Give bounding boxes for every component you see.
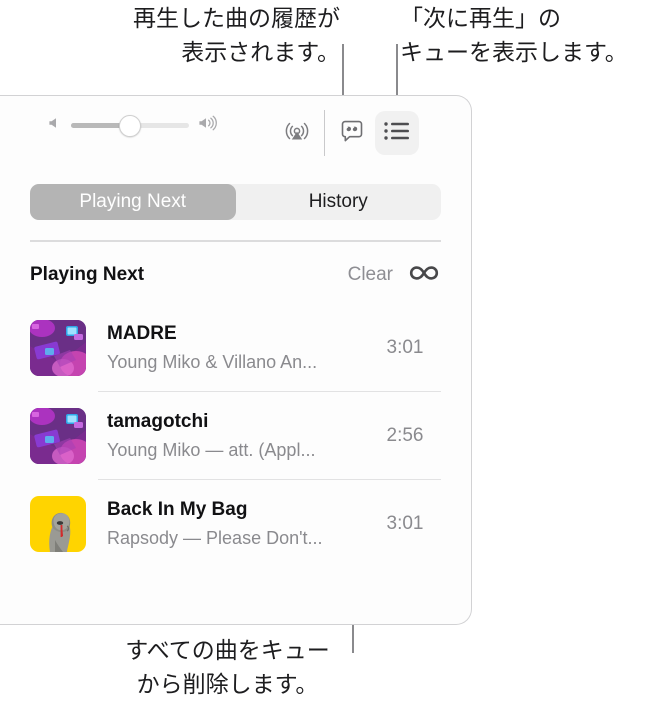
track-subtitle: Young Miko & Villano An... (107, 352, 318, 372)
lyrics-button[interactable] (335, 116, 369, 150)
track-title: tamagotchi (107, 411, 209, 432)
tab-playing-next[interactable]: Playing Next (30, 184, 236, 220)
tab-divider (30, 240, 441, 242)
table-row[interactable]: tamagotchi Young Miko — att. (Appl... 2:… (30, 392, 441, 480)
clear-button[interactable]: Clear (348, 264, 393, 286)
track-title: Back In My Bag (107, 499, 248, 520)
player-control-bar (0, 96, 471, 158)
track-title: MADRE (107, 323, 177, 344)
autoplay-button[interactable] (407, 263, 441, 288)
music-player-queue-panel: Playing Next History Playing Next Clear (0, 95, 472, 625)
controls-divider (324, 110, 325, 156)
queue-track-list: MADRE Young Miko & Villano An... 3:01 ta… (30, 304, 441, 568)
purple-room-artwork (30, 408, 86, 464)
volume-control[interactable] (46, 114, 222, 137)
track-duration: 2:56 (386, 425, 424, 446)
lyrics-speech-bubble-icon (338, 117, 366, 150)
section-header: Playing Next Clear (30, 260, 441, 290)
speaker-low-icon (46, 114, 64, 137)
track-subtitle: Young Miko — att. (Appl... (107, 440, 316, 460)
clear-callout-text: すべての曲をキュー から削除します。 (125, 638, 330, 698)
purple-room-artwork (30, 320, 86, 376)
airplay-icon (283, 117, 311, 150)
speaker-high-icon (196, 114, 222, 137)
tab-history[interactable]: History (236, 184, 442, 220)
queue-button[interactable] (375, 111, 419, 155)
queue-tab-bar: Playing Next History (30, 184, 441, 220)
track-meta: tamagotchi Young Miko — att. (Appl... (86, 409, 369, 463)
track-meta: MADRE Young Miko & Villano An... (86, 321, 369, 375)
volume-slider-knob[interactable] (119, 114, 141, 137)
section-title: Playing Next (30, 264, 145, 285)
queue-callout-text: 「次に再生」の キューを表示します。 (400, 6, 628, 66)
volume-slider[interactable] (71, 114, 189, 137)
track-duration: 3:01 (386, 337, 424, 358)
player-right-controls (280, 110, 419, 156)
yellow-portrait-artwork (30, 496, 86, 552)
table-row[interactable]: Back In My Bag Rapsody — Please Don't...… (30, 480, 441, 568)
infinity-autoplay-icon (407, 263, 441, 288)
track-subtitle: Rapsody — Please Don't... (107, 528, 323, 548)
track-duration: 3:01 (386, 513, 424, 534)
table-row[interactable]: MADRE Young Miko & Villano An... 3:01 (30, 304, 441, 392)
queue-list-icon (383, 120, 411, 147)
history-callout-text: 再生した曲の履歴が 表示されます。 (133, 6, 340, 66)
airplay-button[interactable] (280, 116, 314, 150)
track-meta: Back In My Bag Rapsody — Please Don't... (86, 497, 369, 551)
